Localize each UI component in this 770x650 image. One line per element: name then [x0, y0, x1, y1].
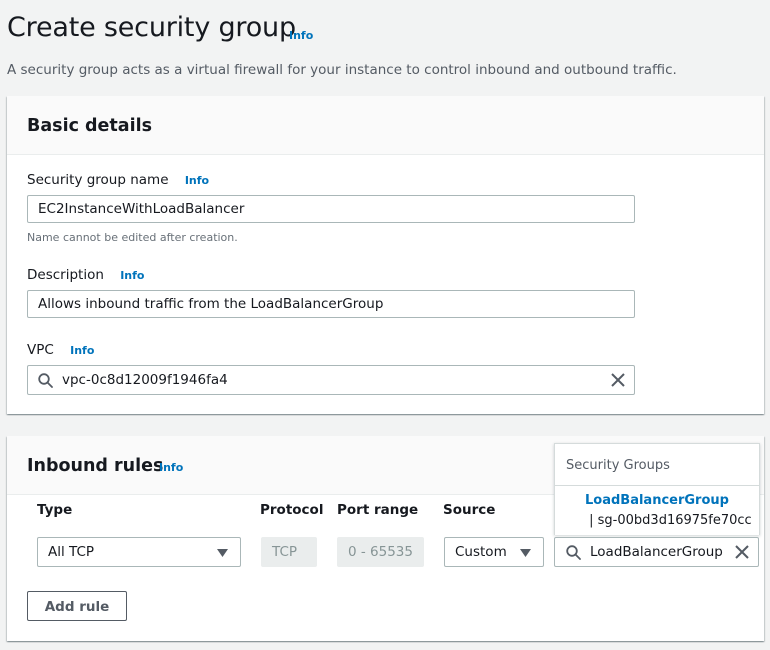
column-header-type: Type [37, 502, 73, 518]
page-info-link[interactable]: Info [289, 29, 313, 42]
security-group-name-label: Security group name Info [27, 172, 209, 188]
search-icon [38, 373, 53, 388]
vpc-info-link[interactable]: Info [70, 344, 94, 357]
security-group-name-input[interactable]: EC2InstanceWithLoadBalancer [27, 195, 635, 223]
dropdown-group-header: Security Groups [555, 444, 759, 486]
security-group-name-label-text: Security group name [27, 172, 169, 188]
rule-source-value: Custom [455, 544, 507, 560]
add-rule-button[interactable]: Add rule [27, 591, 127, 621]
source-security-group-search-input[interactable]: LoadBalancerGroup [554, 537, 759, 567]
caret-down-icon [217, 549, 228, 557]
option-group-name: LoadBalancerGroup [585, 493, 729, 508]
clear-icon[interactable] [611, 373, 625, 387]
page-title: Create security group [7, 12, 296, 43]
basic-details-header: Basic details [7, 96, 764, 155]
search-icon [566, 545, 581, 560]
page-description: A security group acts as a virtual firew… [7, 62, 677, 78]
basic-details-panel: Basic details Security group name Info E… [7, 96, 764, 414]
source-suggestions-dropdown: Security Groups LoadBalancerGroup | sg-0… [554, 443, 760, 535]
inbound-rules-title: Inbound rules [27, 456, 164, 476]
security-group-name-hint: Name cannot be edited after creation. [27, 231, 238, 244]
description-label: Description Info [27, 267, 144, 283]
description-input[interactable]: Allows inbound traffic from the LoadBala… [27, 290, 635, 318]
inbound-rules-info-link[interactable]: Info [159, 461, 183, 474]
vpc-search-input[interactable]: vpc-0c8d12009f1946fa4 [27, 365, 635, 395]
security-group-name-info-link[interactable]: Info [185, 174, 209, 187]
dropdown-group-label: Security Groups [566, 458, 670, 473]
dropdown-option-security-group[interactable]: LoadBalancerGroup | sg-00bd3d16975fe70cc [585, 491, 755, 531]
rule-type-value: All TCP [48, 544, 95, 560]
column-header-protocol: Protocol [260, 502, 324, 518]
clear-icon[interactable] [735, 545, 749, 559]
caret-down-icon [520, 549, 531, 557]
option-separator: | [585, 513, 598, 528]
vpc-label: VPC Info [27, 342, 94, 358]
description-info-link[interactable]: Info [120, 269, 144, 282]
column-header-source: Source [443, 502, 496, 518]
rule-port-range-input: 0 - 65535 [337, 537, 424, 567]
basic-details-title: Basic details [27, 116, 153, 136]
rule-protocol-input: TCP [261, 537, 317, 567]
vpc-label-text: VPC [27, 342, 54, 358]
rule-type-select[interactable]: All TCP [37, 537, 241, 567]
option-group-id: sg-00bd3d16975fe70cc [597, 513, 752, 528]
column-header-port-range: Port range [337, 502, 419, 518]
source-search-value: LoadBalancerGroup [590, 544, 723, 560]
description-label-text: Description [27, 267, 104, 283]
rule-source-select[interactable]: Custom [444, 537, 544, 567]
vpc-value: vpc-0c8d12009f1946fa4 [62, 372, 228, 388]
